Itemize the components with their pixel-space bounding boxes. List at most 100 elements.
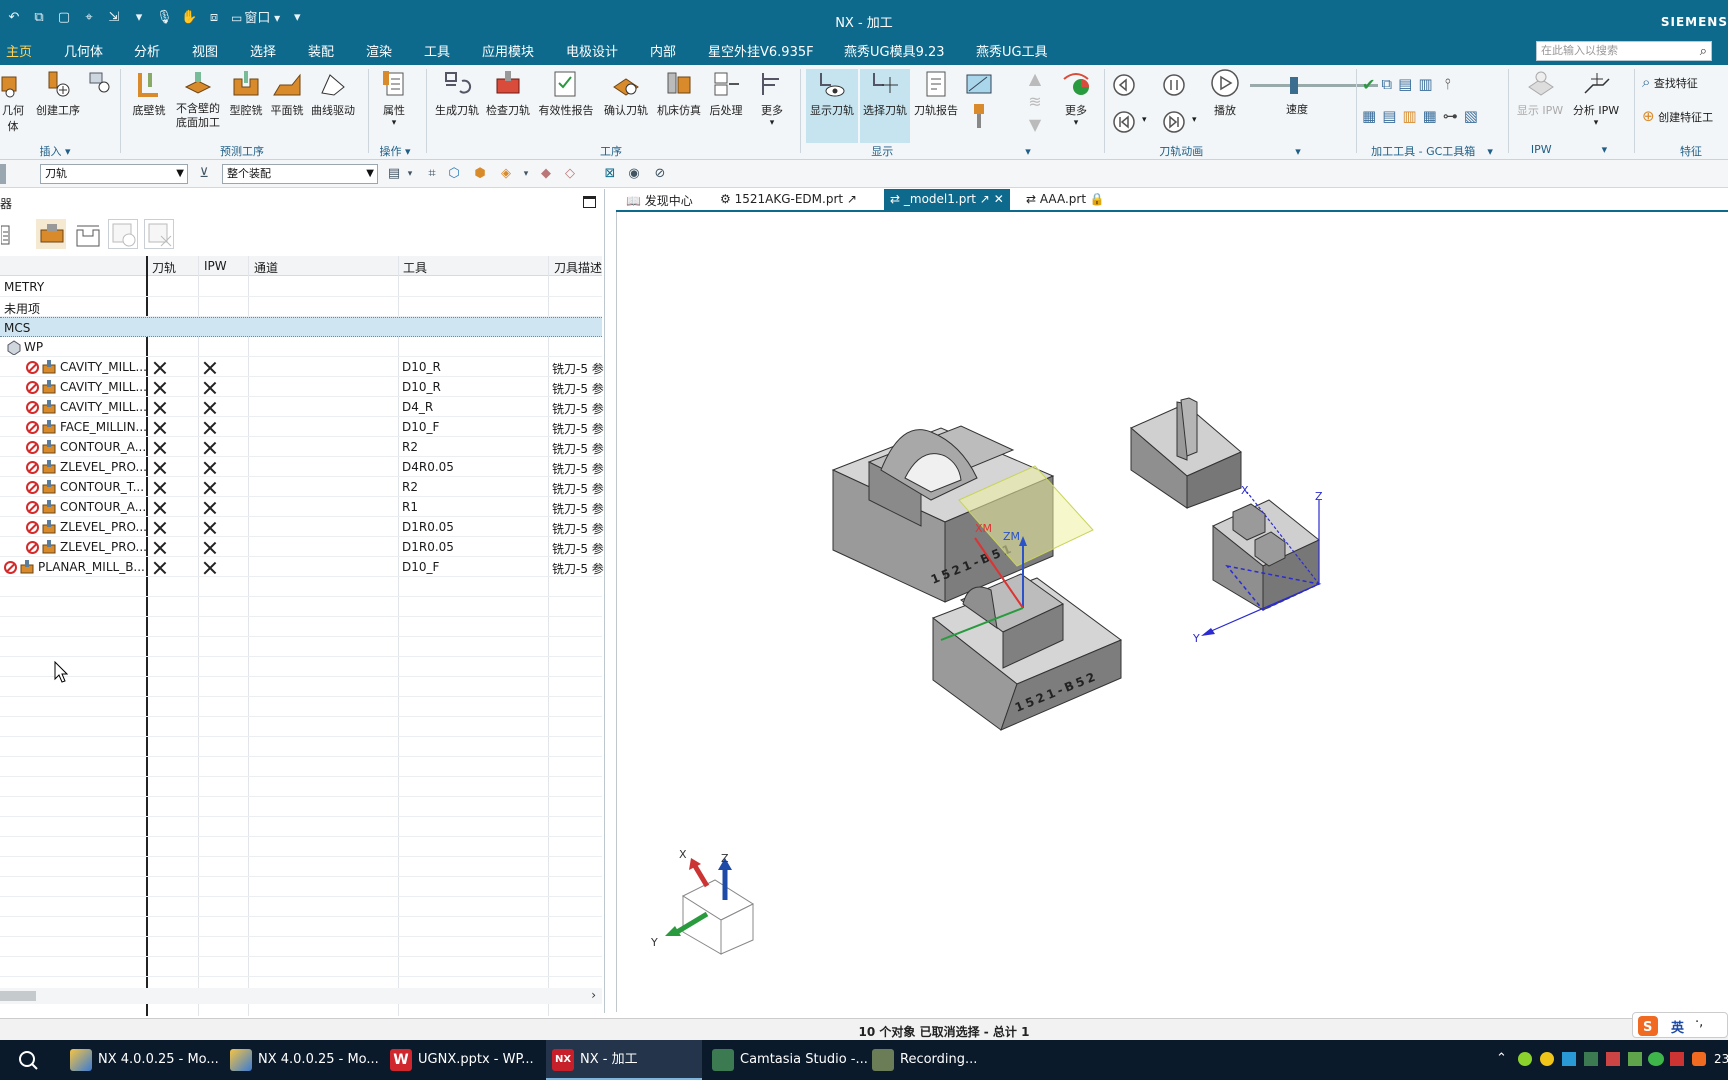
touch-mode-icon[interactable]: ✋ bbox=[181, 10, 197, 26]
tray-app-icon[interactable] bbox=[1562, 1052, 1576, 1066]
command-search-input[interactable]: 在此输入以搜索 ⌕ bbox=[1536, 41, 1712, 61]
show-ipw-button[interactable]: 显示 IPW bbox=[1514, 69, 1566, 118]
machine-view-button[interactable] bbox=[36, 219, 66, 249]
chevron-up-icon[interactable]: ⌃ bbox=[1496, 1051, 1507, 1066]
search-icon[interactable]: ⌕ bbox=[1700, 43, 1707, 61]
part-1521-b52[interactable]: 1521-B52 bbox=[931, 573, 1123, 731]
table-row[interactable]: MCS bbox=[0, 317, 602, 337]
step-back-icon[interactable] bbox=[1112, 73, 1136, 97]
floor-wall-button[interactable]: 底壁铣 bbox=[126, 69, 172, 118]
machine-sim-button[interactable]: 机床仿真 bbox=[654, 69, 704, 118]
move-up-button[interactable]: ▲ ≋ ▼ bbox=[1018, 69, 1052, 134]
scroll-right-icon[interactable]: › bbox=[591, 988, 596, 1002]
view-triad[interactable]: Z X Y bbox=[650, 848, 755, 955]
taskbar-recording[interactable]: Recording... bbox=[866, 1040, 996, 1080]
col-tool-desc[interactable]: 刀具描述 bbox=[554, 259, 602, 276]
table-row[interactable]: CONTOUR_A... R1 铣刀-5 参 bbox=[0, 497, 604, 517]
node-icon[interactable]: ⊶ bbox=[1443, 107, 1458, 125]
menu-view[interactable]: 视图 bbox=[188, 43, 222, 63]
table-row[interactable]: PLANAR_MILL_B... D10_F 铣刀-5 参 bbox=[0, 557, 604, 577]
sheet-icon[interactable]: ▦ bbox=[1362, 107, 1376, 125]
tab-model1[interactable]: ⇄ _model1.prt ↗ ✕ bbox=[884, 189, 1010, 210]
menu-geometry[interactable]: 几何体 bbox=[60, 43, 107, 63]
speed-slider[interactable] bbox=[1250, 77, 1378, 94]
ime-indicator[interactable]: S 英 ·, bbox=[1632, 1012, 1728, 1038]
table-row[interactable]: METRY bbox=[0, 277, 602, 297]
paste-icon[interactable]: ▢ bbox=[56, 10, 72, 26]
switch-window-icon[interactable]: ⧈ bbox=[206, 10, 222, 26]
create-operation-button[interactable]: 创建工序 bbox=[34, 69, 82, 118]
tray-app-icon[interactable] bbox=[1540, 1052, 1554, 1066]
horizontal-scrollbar[interactable]: › bbox=[0, 988, 602, 1004]
table-row[interactable]: WP bbox=[0, 337, 602, 357]
display-settings-button[interactable] bbox=[964, 69, 994, 135]
tray-app-icon[interactable] bbox=[1606, 1052, 1620, 1066]
find-feature-button[interactable]: ⌕ 查找特征 bbox=[1642, 73, 1698, 91]
mcs-display-icon[interactable]: ⊠ bbox=[602, 166, 618, 182]
table-row[interactable]: ZLEVEL_PRO... D4R0.05 铣刀-5 参 bbox=[0, 457, 604, 477]
clock[interactable]: 23 bbox=[1714, 1052, 1728, 1066]
create-feature-button[interactable]: ⊕ 创建特征工 bbox=[1642, 107, 1713, 125]
tool-list-icon[interactable]: ⧉ bbox=[1381, 75, 1392, 94]
menu-select[interactable]: 选择 bbox=[246, 43, 280, 63]
method-view-button[interactable] bbox=[108, 219, 138, 249]
select-toolpath-button[interactable]: 选择刀轨 bbox=[860, 69, 910, 143]
go-start-icon[interactable] bbox=[1112, 110, 1136, 134]
table-row[interactable]: ZLEVEL_PRO... D1R0.05 铣刀-5 参 bbox=[0, 517, 604, 537]
taskbar-camtasia[interactable]: Camtasia Studio -... bbox=[706, 1040, 868, 1080]
check-icon[interactable]: ✔ bbox=[1362, 75, 1375, 94]
maximize-icon[interactable] bbox=[583, 196, 596, 208]
col-toolpath[interactable]: 刀轨 bbox=[152, 259, 176, 276]
undo-icon[interactable]: ↶ bbox=[6, 10, 22, 26]
export-sheet-icon[interactable]: ▧ bbox=[1464, 107, 1478, 125]
properties-button[interactable]: 属性 ▾ bbox=[374, 69, 414, 128]
taskbar-nx-2[interactable]: NX 4.0.0.25 - Mo... bbox=[224, 1040, 379, 1080]
create-program-button[interactable] bbox=[86, 69, 112, 102]
col-channel[interactable]: 通道 bbox=[254, 259, 278, 276]
no-wall-floor-button[interactable]: 不含壁的底面加工 bbox=[174, 69, 222, 130]
menu-xingkong[interactable]: 星空外挂V6.935F bbox=[704, 43, 818, 63]
export-icon[interactable]: ⇲ bbox=[106, 10, 122, 26]
menu-assembly[interactable]: 装配 bbox=[304, 43, 338, 63]
remove-button[interactable] bbox=[144, 219, 174, 249]
tool-param-icon[interactable]: ▥ bbox=[1418, 75, 1432, 94]
analyze-ipw-button[interactable]: 分析 IPW ▾ bbox=[1570, 69, 1622, 128]
window-menu[interactable]: ▭ 窗口 ▾ bbox=[231, 10, 280, 26]
program-sheet-icon[interactable]: ▥ bbox=[1402, 107, 1416, 125]
type-filter-select[interactable]: 刀轨 ▼ bbox=[40, 164, 188, 184]
table-row[interactable]: CAVITY_MILL... D10_R 铣刀-5 参 bbox=[0, 377, 604, 397]
program-view-button[interactable] bbox=[0, 219, 30, 249]
menu-tools[interactable]: 工具 bbox=[420, 43, 454, 63]
microphone-icon[interactable]: 🎙 bbox=[156, 10, 173, 26]
table-row[interactable]: ZLEVEL_PRO... D1R0.05 铣刀-5 参 bbox=[0, 537, 604, 557]
toolpath-report-button[interactable]: 刀轨报告 bbox=[912, 69, 960, 118]
post-process-button[interactable]: 后处理 bbox=[706, 69, 746, 118]
select-face-icon[interactable]: ◈ bbox=[498, 166, 514, 182]
select-feature-icon[interactable]: ⌗ bbox=[424, 166, 440, 182]
verify-toolpath-button[interactable]: 检查刀轨 bbox=[484, 69, 532, 118]
table-icon[interactable]: ▦ bbox=[1423, 107, 1437, 125]
tab-edm-part[interactable]: ⚙ 1521AKG-EDM.prt ↗ bbox=[714, 189, 863, 210]
tab-aaa[interactable]: ⇄ AAA.prt 🔒 bbox=[1020, 189, 1111, 210]
table-row[interactable]: CAVITY_MILL... D10_R 铣刀-5 参 bbox=[0, 357, 604, 377]
col-ipw[interactable]: IPW bbox=[204, 259, 227, 273]
model-view[interactable]: 1521-B51 1521-B52 XM ZM Z X Y Z X Y bbox=[617, 212, 1728, 1012]
filter-icon[interactable]: ⊻ bbox=[196, 166, 212, 182]
cavity-mill-button[interactable]: 型腔铣 bbox=[226, 69, 266, 118]
dropdown-icon[interactable]: ▾ bbox=[1192, 115, 1197, 125]
sheet-body-icon[interactable]: ◇ bbox=[562, 166, 578, 182]
part-electrode-1[interactable] bbox=[1130, 397, 1242, 509]
show-toolpath-button[interactable]: 显示刀轨 bbox=[806, 69, 858, 143]
geometry-button[interactable]: 几何体 bbox=[0, 69, 26, 134]
generate-toolpath-button[interactable]: 生成刀轨 bbox=[432, 69, 482, 118]
hide-toolpath-icon[interactable]: ⊘ bbox=[652, 166, 668, 182]
select-body-icon[interactable]: ⬢ bbox=[472, 166, 488, 182]
table-row[interactable]: 未用项 bbox=[0, 297, 602, 317]
tray-app-icon[interactable] bbox=[1584, 1052, 1598, 1066]
curve-drive-button[interactable]: 曲线驱动 bbox=[308, 69, 358, 118]
menu-yanxiu-tools[interactable]: 燕秀UG工具 bbox=[972, 43, 1052, 63]
customize-icon[interactable]: ▾ bbox=[289, 10, 305, 26]
dropdown-icon[interactable]: ▾ bbox=[518, 166, 534, 182]
dropdown-icon[interactable]: ▾ bbox=[131, 10, 147, 26]
more-process-button[interactable]: 更多 ▾ bbox=[754, 69, 790, 128]
